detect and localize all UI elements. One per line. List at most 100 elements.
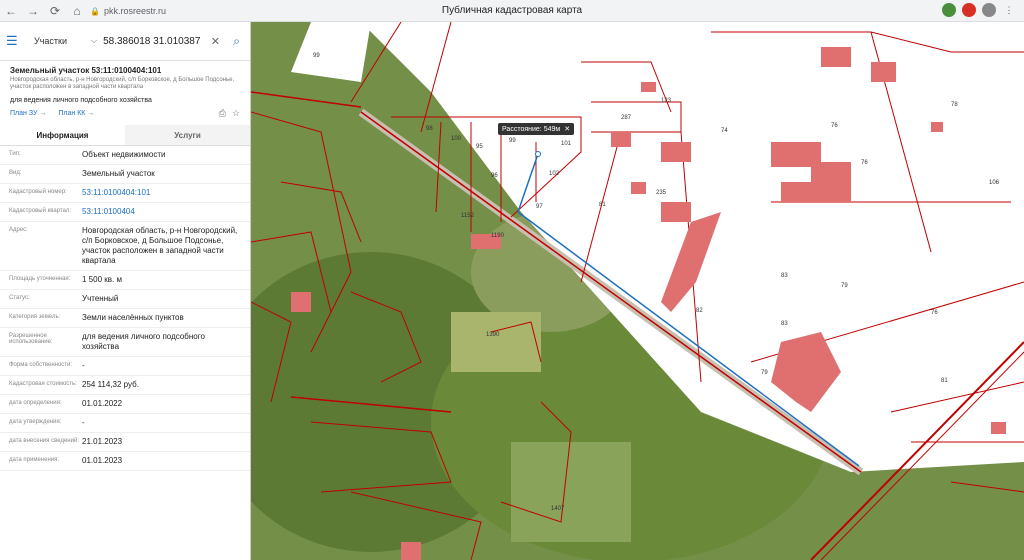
parcel-number-label: 98 (426, 126, 433, 132)
back-icon[interactable]: ← (0, 0, 22, 22)
tab-services[interactable]: Услуги (125, 125, 250, 145)
reload-icon[interactable]: ⟳ (44, 0, 66, 22)
search-icon[interactable]: ⌕ (233, 34, 240, 49)
info-key: Кадастровая стоимость: (9, 381, 77, 387)
parcel-number-label: 1407 (551, 506, 565, 512)
forward-icon[interactable]: → (22, 0, 44, 22)
parcel-number-label: 102 (549, 171, 560, 177)
close-icon[interactable]: ✕ (564, 125, 570, 133)
info-row: дата применения: 01.01.2023 (0, 452, 250, 471)
object-links: План ЗУ → План КК → ⎙ ☆ (0, 104, 250, 119)
search-input[interactable]: 58.386018 31.010387 (103, 36, 200, 47)
info-tabs: Информация Услуги (0, 125, 250, 146)
info-value[interactable]: 53:11:0100404 (82, 207, 250, 217)
parcel-number-label: 81 (599, 202, 606, 208)
extension-icon[interactable] (942, 3, 956, 17)
parcel-number-label: 106 (989, 180, 1000, 186)
parcel-number-label: 82 (696, 308, 703, 314)
url-text: pkk.rosreestr.ru (103, 6, 166, 16)
info-value: - (82, 418, 85, 427)
info-value: 01.01.2023 (82, 456, 123, 465)
parcel-number-label: 100 (451, 136, 462, 142)
info-key: Площадь уточненная: (9, 276, 71, 282)
parcel-number-label: 95 (476, 144, 483, 150)
info-row: Адрес: Новгородская область, р-н Новгород… (0, 222, 250, 271)
sidebar: ☰ Участки ⌵ 58.386018 31.010387 ✕ ⌕ Земе… (0, 22, 251, 560)
info-key: Статус: (9, 295, 30, 301)
parcel-number-label: 76 (931, 310, 938, 316)
info-row: Тип: Объект недвижимости (0, 146, 250, 165)
parcel-number-label: 99 (509, 138, 516, 144)
menu-icon[interactable]: ☰ (6, 33, 20, 49)
extension-icon[interactable] (962, 3, 976, 17)
map-canvas: 99 98 100 95 99 101 102 96 97 81 287 74 78 76 76 106 83 8… (251, 22, 1024, 560)
parcel-number-label: 79 (841, 283, 848, 289)
star-icon[interactable]: ☆ (232, 108, 240, 119)
chevron-down-icon[interactable]: ⌵ (91, 36, 97, 46)
info-key: дата применения: (9, 457, 60, 463)
parcel-number-label: 99 (313, 53, 320, 59)
print-icon[interactable]: ⎙ (219, 108, 226, 119)
parcel-number-label: 1152 (461, 213, 475, 219)
parcel-number-label: 79 (761, 370, 768, 376)
parcel-number-label: 83 (781, 321, 788, 327)
more-icon[interactable]: ⋮ (1002, 3, 1016, 17)
info-table: Тип: Объект недвижимости Вид: Земельный уча… (0, 146, 250, 471)
parcel-number-label: 96 (491, 173, 498, 179)
info-key: дата внесения сведений: (9, 438, 79, 444)
info-key: Адрес: (9, 227, 28, 233)
info-value: Земли населённых пунктов (82, 313, 184, 322)
parcel-number-label: 123 (661, 98, 672, 104)
info-row: дата внесения сведений: 21.01.2023 (0, 433, 250, 452)
search-bar: ☰ Участки ⌵ 58.386018 31.010387 ✕ ⌕ (0, 22, 250, 61)
close-icon[interactable]: ✕ (211, 35, 220, 48)
parcel-number-label: 1190 (491, 233, 505, 239)
info-key: Категория земель: (9, 314, 61, 320)
parcel-number-label: 1390 (486, 332, 500, 338)
info-row: Кадастровая стоимость: 254 114,32 руб. (0, 376, 250, 395)
parcel-number-label: 81 (941, 378, 948, 384)
parcel-number-label: 83 (781, 273, 788, 279)
info-value: 01.01.2022 (82, 399, 123, 408)
parcel-number-label: 76 (861, 160, 868, 166)
info-row: дата утверждения: - (0, 414, 250, 433)
parcel-number-label: 235 (656, 190, 667, 196)
profile-icon[interactable] (982, 3, 996, 17)
info-value[interactable]: 53:11:0100404:101 (82, 188, 250, 198)
info-value: - (82, 361, 85, 370)
info-row: Кадастровый номер: 53:11:0100404:101 (0, 184, 250, 203)
parcel-number-label: 76 (831, 123, 838, 129)
cadastral-map[interactable]: 99 98 100 95 99 101 102 96 97 81 287 74 78 76 76 106 83 8… (251, 22, 1024, 560)
browser-toolbar: ← → ⟳ ⌂ 🔒 pkk.rosreestr.ru Публичная када… (0, 0, 1024, 22)
parcel-number-label: 97 (536, 204, 543, 210)
extension-icons: ⋮ (942, 3, 1016, 17)
object-purpose: для ведения личного подсобного хозяйства (10, 97, 152, 104)
info-row: Вид: Земельный участок (0, 165, 250, 184)
lock-icon: 🔒 (90, 6, 100, 16)
distance-text: Расстояние: 549м (502, 125, 561, 133)
info-key: Кадастровый квартал: (9, 208, 72, 214)
info-key: дата определения: (9, 400, 62, 406)
info-row: Разрешенное использование: для ведения ли… (0, 328, 250, 357)
parcel-number-label: 287 (621, 115, 632, 121)
plan-zu-link[interactable]: План ЗУ → (10, 110, 46, 117)
info-value: Учтенный (82, 294, 119, 303)
object-actions: ⎙ ☆ (219, 108, 240, 119)
search-type-select[interactable]: Участки (34, 36, 67, 46)
info-value: 21.01.2023 (82, 437, 123, 446)
info-key: дата утверждения: (9, 419, 62, 425)
info-value: Новгородская область, р-н Новгородский, … (82, 226, 238, 265)
tab-information[interactable]: Информация (0, 125, 125, 145)
info-key: Тип: (9, 151, 21, 157)
object-address-small: Новгородская область, р-н Новгородский, … (10, 77, 235, 90)
info-row: Статус: Учтенный (0, 290, 250, 309)
info-value: Объект недвижимости (82, 150, 166, 159)
plan-kk-link[interactable]: План КК → (58, 110, 94, 117)
parcel-number-label: 78 (951, 102, 958, 108)
parcel-number-label: 101 (561, 141, 572, 147)
info-key: Форма собственности: (9, 362, 73, 368)
info-value: Земельный участок (82, 169, 155, 178)
info-value: для ведения личного подсобного хозяйства (82, 332, 205, 351)
home-icon[interactable]: ⌂ (66, 0, 88, 22)
address-bar[interactable]: 🔒 pkk.rosreestr.ru (90, 4, 166, 18)
